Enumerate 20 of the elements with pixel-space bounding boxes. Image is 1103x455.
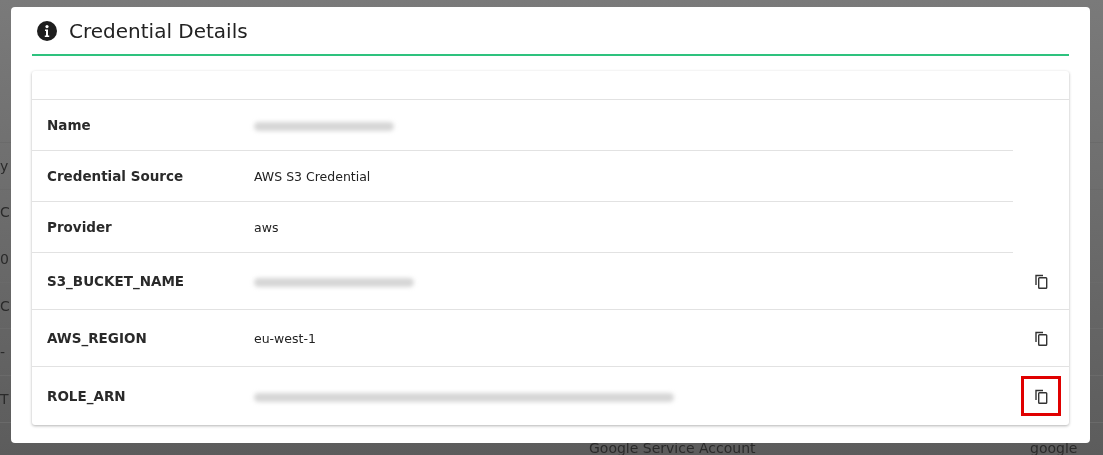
field-label: Name: [47, 117, 91, 133]
field-value: AWS S3 Credential: [254, 168, 371, 184]
field-value: eu-west-1: [254, 330, 316, 346]
field-label: Provider: [47, 219, 112, 235]
field-label: AWS_REGION: [47, 330, 147, 346]
copy-icon: [1034, 388, 1048, 404]
table-cell: -: [0, 344, 6, 361]
field-label: S3_BUCKET_NAME: [47, 273, 185, 289]
info-icon: [37, 20, 57, 41]
dialog-title: Credential Details: [69, 18, 248, 43]
table-cell: 0: [0, 251, 9, 267]
field-value: aws: [254, 219, 279, 235]
table-cell: C: [0, 297, 10, 314]
table-cell: y: [0, 157, 9, 174]
table-cell: C: [0, 204, 10, 221]
copy-icon: [1034, 330, 1048, 346]
copy-button[interactable]: [1021, 376, 1061, 416]
field-label: ROLE_ARN: [47, 388, 126, 404]
copy-icon: [1034, 273, 1048, 289]
field-label: Credential Source: [47, 168, 184, 184]
